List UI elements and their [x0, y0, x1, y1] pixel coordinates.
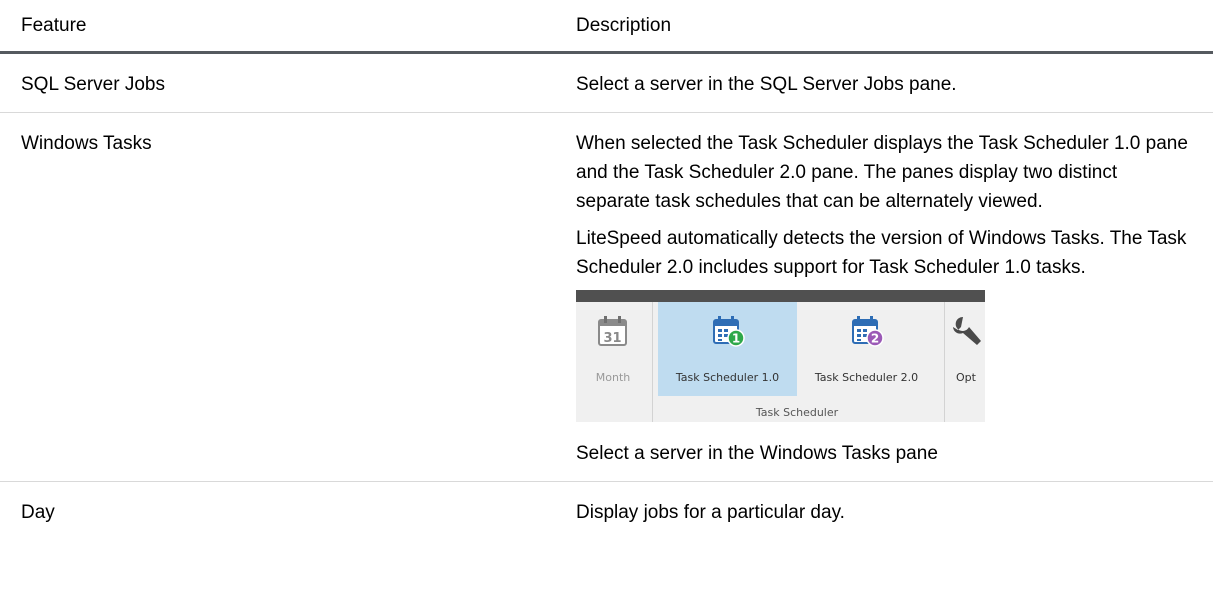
task-scheduler-ribbon-screenshot: 31 Month 1 Task Scheduler 1.0 2 Task Sch… — [576, 290, 985, 422]
badge-number: 1 — [731, 332, 739, 346]
description-text: LiteSpeed automatically detects the vers… — [576, 228, 1187, 278]
wrench-icon — [953, 316, 981, 345]
description-cell: When selected the Task Scheduler display… — [576, 112, 1213, 482]
ribbon-group-label: Task Scheduler — [755, 406, 839, 419]
ribbon-group-divider — [944, 302, 945, 422]
feature-cell: Windows Tasks — [0, 112, 576, 482]
description-text: When selected the Task Scheduler display… — [576, 133, 1188, 212]
calendar-day-number: 31 — [603, 331, 621, 346]
options-button[interactable]: Opt — [951, 302, 985, 396]
task-scheduler-1-icon: 1 — [712, 316, 745, 347]
description-text: Select a server in the Windows Tasks pan… — [576, 443, 938, 464]
month-button[interactable]: 31 Month — [576, 302, 650, 396]
task-scheduler-2-label: Task Scheduler 2.0 — [814, 371, 919, 384]
table-row: Day Display jobs for a particular day. — [0, 482, 1213, 541]
description-text: Select a server in the SQL Server Jobs p… — [576, 74, 957, 95]
task-scheduler-2-button[interactable]: 2 Task Scheduler 2.0 — [797, 302, 936, 396]
calendar-31-icon: 31 — [598, 316, 627, 346]
table-row: SQL Server Jobs Select a server in the S… — [0, 52, 1213, 113]
description-cell: Select a server in the SQL Server Jobs p… — [576, 52, 1213, 113]
description-column-header: Description — [576, 0, 1213, 54]
options-button-label: Opt — [956, 371, 976, 384]
task-scheduler-1-button[interactable]: 1 Task Scheduler 1.0 — [658, 302, 797, 396]
task-scheduler-2-icon: 2 — [851, 316, 884, 347]
feature-column-header: Feature — [0, 0, 576, 54]
feature-table: Feature Description SQL Server Jobs Sele… — [0, 0, 1213, 540]
badge-number: 2 — [870, 332, 878, 346]
feature-cell: Day — [21, 502, 55, 523]
table-header-row: Feature Description — [0, 0, 1213, 54]
table-row: Windows Tasks When selected the Task Sch… — [0, 112, 1213, 482]
month-button-label: Month — [595, 371, 631, 384]
task-scheduler-1-label: Task Scheduler 1.0 — [675, 371, 780, 384]
feature-cell: SQL Server Jobs — [0, 52, 576, 113]
description-text: Display jobs for a particular day. — [576, 502, 845, 523]
description-cell: Display jobs for a particular day. — [576, 482, 1213, 541]
ribbon-top-bar — [576, 290, 985, 302]
